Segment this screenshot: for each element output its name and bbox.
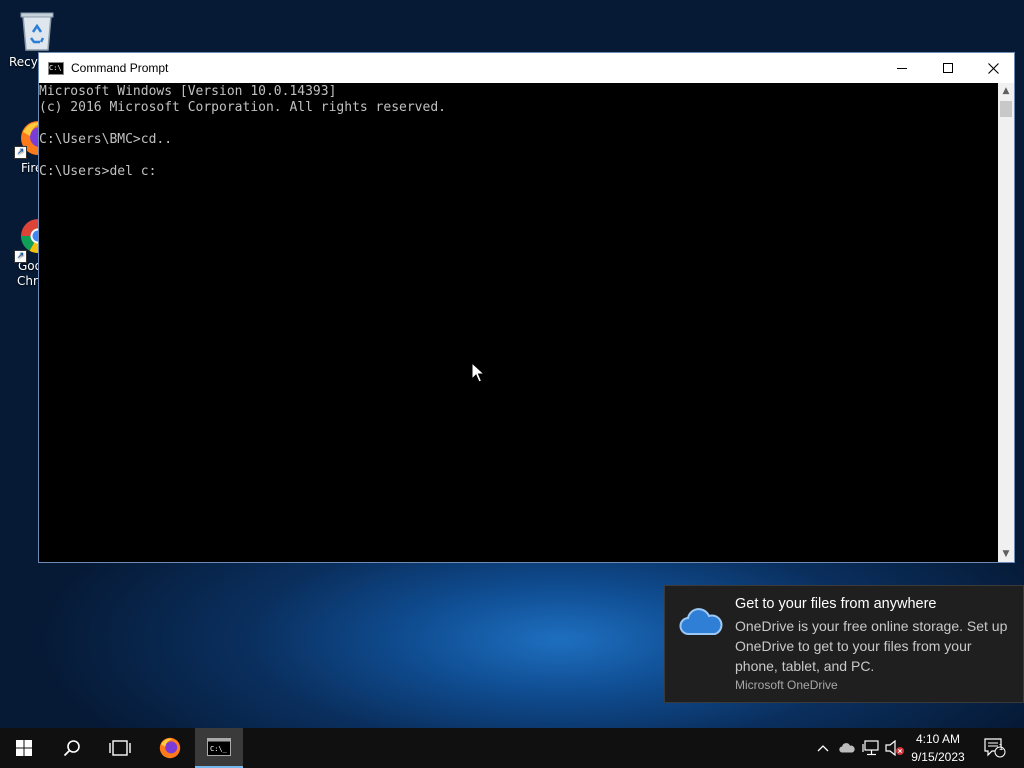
onedrive-tray-button[interactable] <box>836 728 858 768</box>
scroll-up-icon[interactable]: ▲ <box>998 83 1014 99</box>
console-input-line[interactable]: C:\Users>del c: <box>39 164 1000 180</box>
minimize-icon <box>897 68 907 69</box>
scroll-thumb[interactable] <box>1000 101 1012 117</box>
notification-body: OneDrive is your free online storage. Se… <box>735 618 1008 674</box>
svg-text:C:\_: C:\_ <box>210 745 228 753</box>
network-tray-button[interactable] <box>860 728 882 768</box>
taskbar: C:\_ 4:10 AM 9/15/2023 1 <box>0 728 1024 768</box>
close-button[interactable] <box>970 53 1016 83</box>
shortcut-arrow-icon: ↗ <box>14 146 27 159</box>
onedrive-cloud-icon <box>679 608 723 635</box>
notification-title: Get to your files from anywhere <box>735 596 937 612</box>
vertical-scrollbar[interactable]: ▲ ▼ <box>998 83 1014 562</box>
taskbar-firefox[interactable] <box>146 728 194 768</box>
window-title: Command Prompt <box>71 61 169 75</box>
show-hidden-icons-button[interactable] <box>814 728 832 768</box>
action-center-button[interactable]: 1 <box>980 728 1010 768</box>
firefox-icon <box>159 737 181 759</box>
start-button[interactable] <box>0 728 48 768</box>
task-view-icon <box>109 740 131 756</box>
close-icon <box>987 62 999 74</box>
task-view-button[interactable] <box>96 728 144 768</box>
search-button[interactable] <box>48 728 96 768</box>
console-line: (c) 2016 Microsoft Corporation. All righ… <box>39 100 446 115</box>
maximize-button[interactable] <box>925 53 971 83</box>
minimize-button[interactable] <box>879 53 925 83</box>
command-prompt-window[interactable]: C:\ Command Prompt Microsoft Windows [Ve… <box>38 52 1015 563</box>
console-line: C:\Users\BMC>cd.. <box>39 132 173 147</box>
chevron-up-icon <box>817 745 829 752</box>
maximize-icon <box>943 63 953 73</box>
notification-count-badge: 1 <box>998 743 1004 752</box>
cmd-app-icon: C:\ <box>48 61 64 75</box>
recycle-bin-icon <box>20 12 54 51</box>
taskbar-command-prompt[interactable]: C:\_ <box>195 728 243 768</box>
console-output[interactable]: Microsoft Windows [Version 10.0.14393] (… <box>39 83 1000 562</box>
clock-date: 9/15/2023 <box>911 750 965 764</box>
scroll-down-icon[interactable]: ▼ <box>998 546 1014 562</box>
shortcut-arrow-icon: ↗ <box>14 250 27 263</box>
onedrive-tray-icon <box>839 743 855 753</box>
onedrive-notification[interactable]: Get to your files from anywhere OneDrive… <box>664 585 1024 703</box>
notification-source: Microsoft OneDrive <box>735 678 838 692</box>
console-line: Microsoft Windows [Version 10.0.14393] <box>39 84 337 99</box>
network-icon <box>862 740 879 756</box>
mouse-cursor-icon <box>471 362 485 383</box>
title-bar[interactable]: C:\ Command Prompt <box>39 53 1014 83</box>
search-icon <box>63 740 80 757</box>
command-prompt-icon: C:\_ <box>207 738 231 756</box>
clock-time: 4:10 AM <box>915 732 961 746</box>
taskbar-clock[interactable]: 4:10 AM 9/15/2023 <box>900 730 976 766</box>
windows-logo-icon <box>16 740 32 756</box>
